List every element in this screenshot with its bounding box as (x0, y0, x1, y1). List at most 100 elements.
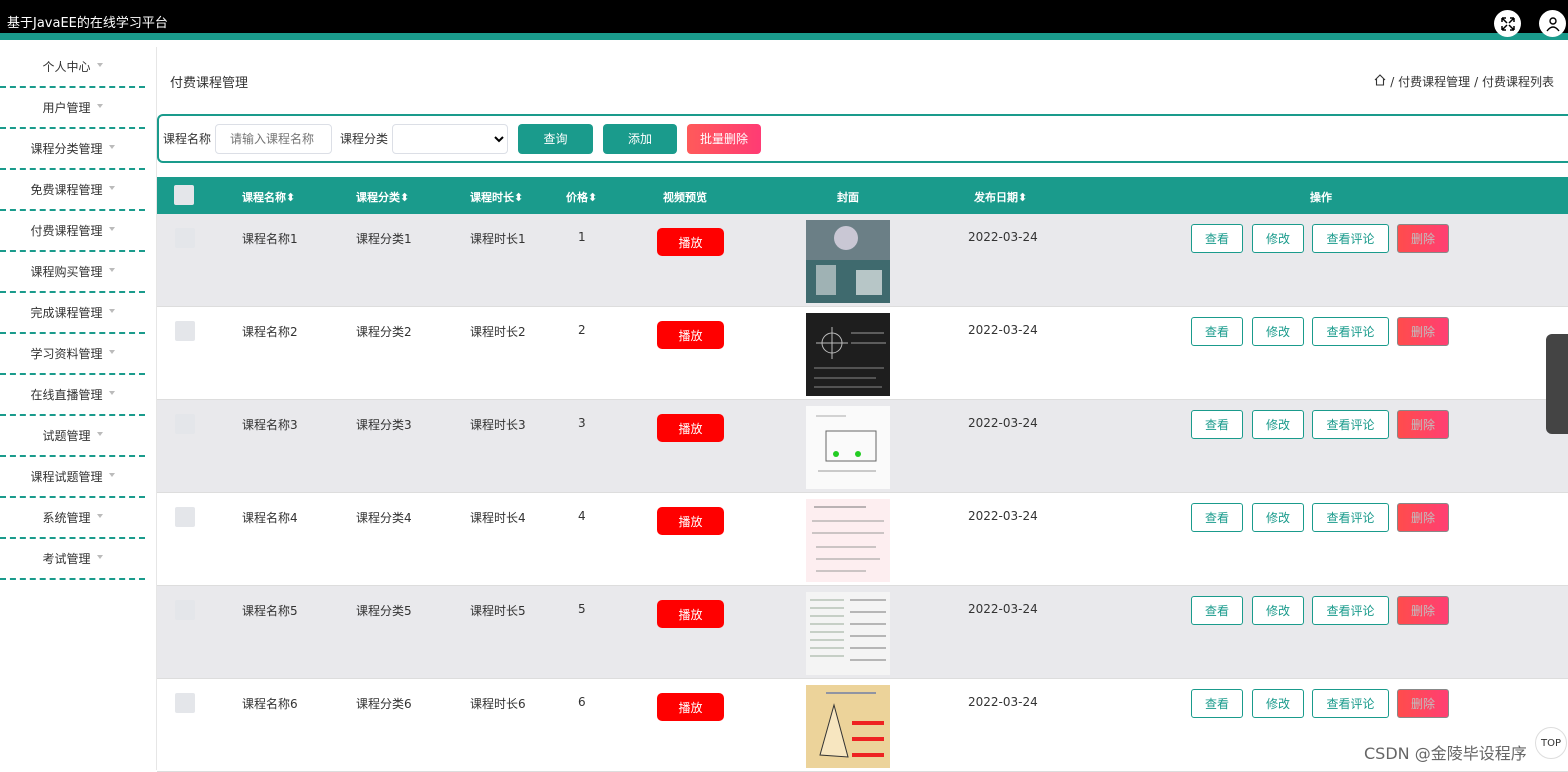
view-button[interactable]: 查看 (1191, 503, 1243, 532)
main-content: 付费课程管理 / 付费课程管理 / 付费课程列表 课程名称 课程分类 查询 添加… (157, 47, 1568, 772)
view-button[interactable]: 查看 (1191, 224, 1243, 253)
sidebar-item[interactable]: 学习资料管理 (0, 334, 145, 375)
cell-price: 5 (578, 602, 586, 616)
column-header-price[interactable]: 价格⬍ (566, 189, 597, 205)
view-button[interactable]: 查看 (1191, 317, 1243, 346)
row-checkbox[interactable] (175, 414, 195, 434)
cell-name: 课程名称4 (242, 511, 298, 525)
back-to-top-button[interactable]: TOP (1535, 727, 1567, 759)
play-button[interactable]: 播放 (657, 693, 724, 721)
play-button[interactable]: 播放 (657, 507, 724, 535)
sidebar-item[interactable]: 付费课程管理 (0, 211, 145, 252)
sidebar-item-label: 试题管理 (42, 429, 91, 443)
sidebar-item[interactable]: 完成课程管理 (0, 293, 145, 334)
edit-button[interactable]: 修改 (1252, 596, 1304, 625)
column-header-name[interactable]: 课程名称⬍ (242, 189, 295, 205)
breadcrumb-item-2: / 付费课程列表 (1474, 75, 1554, 89)
sidebar-item[interactable]: 免费课程管理 (0, 170, 145, 211)
table-row: 课程名称3 课程分类3 课程时长3 3 播放 2022-03-24 查看 修改 查看评论 删除 (157, 400, 1568, 493)
sidebar-item-label: 免费课程管理 (30, 183, 103, 197)
sidebar-item[interactable]: 在线直播管理 (0, 375, 145, 416)
sidebar-item[interactable]: 用户管理 (0, 88, 145, 129)
cell-category: 课程分类4 (356, 511, 412, 525)
sidebar-item[interactable]: 试题管理 (0, 416, 145, 457)
sidebar-item[interactable]: 课程分类管理 (0, 129, 145, 170)
edit-button[interactable]: 修改 (1252, 410, 1304, 439)
breadcrumb-item-1[interactable]: / 付费课程管理 (1390, 73, 1470, 90)
app-title: 基于JavaEE的在线学习平台 (7, 16, 168, 31)
row-checkbox[interactable] (175, 600, 195, 620)
column-header-cover: 封面 (837, 191, 859, 204)
edit-button[interactable]: 修改 (1252, 317, 1304, 346)
table-row: 课程名称4 课程分类4 课程时长4 4 播放 2022-03-24 查看 修改 查看评论 删除 (157, 493, 1568, 586)
column-header-duration[interactable]: 课程时长⬍ (470, 189, 523, 205)
edit-button[interactable]: 修改 (1252, 689, 1304, 718)
side-panel-handle[interactable] (1546, 334, 1568, 434)
cell-category: 课程分类1 (356, 232, 412, 246)
row-checkbox[interactable] (175, 507, 195, 527)
play-button[interactable]: 播放 (657, 600, 724, 628)
sidebar-item[interactable]: 课程试题管理 (0, 457, 145, 498)
play-button[interactable]: 播放 (657, 228, 724, 256)
cell-date: 2022-03-24 (968, 416, 1038, 430)
delete-button[interactable]: 删除 (1397, 596, 1449, 625)
course-category-select[interactable] (392, 123, 509, 154)
caret-down-icon (96, 513, 103, 518)
course-name-label: 课程名称 (163, 132, 212, 146)
home-icon[interactable] (1374, 74, 1386, 89)
play-button[interactable]: 播放 (657, 414, 724, 442)
view-comments-button[interactable]: 查看评论 (1312, 224, 1389, 253)
cover-image (806, 313, 890, 396)
user-icon[interactable] (1539, 10, 1566, 37)
cell-price: 4 (578, 509, 586, 523)
course-category-label: 课程分类 (340, 132, 389, 146)
select-all-checkbox[interactable] (174, 185, 194, 205)
cell-duration: 课程时长3 (470, 418, 526, 432)
column-header-category[interactable]: 课程分类⬍ (356, 189, 409, 205)
sidebar-item-label: 在线直播管理 (30, 388, 103, 402)
view-button[interactable]: 查看 (1191, 410, 1243, 439)
top-bar: 基于JavaEE的在线学习平台 (0, 0, 1568, 40)
cell-duration: 课程时长1 (470, 232, 526, 246)
batch-delete-button[interactable]: 批量删除 (687, 123, 762, 154)
view-comments-button[interactable]: 查看评论 (1312, 689, 1389, 718)
page-title: 付费课程管理 (170, 76, 249, 91)
view-button[interactable]: 查看 (1191, 689, 1243, 718)
course-name-input[interactable] (215, 123, 333, 154)
view-comments-button[interactable]: 查看评论 (1312, 596, 1389, 625)
view-comments-button[interactable]: 查看评论 (1312, 317, 1389, 346)
caret-down-icon (108, 472, 115, 477)
play-button[interactable]: 播放 (657, 321, 724, 349)
cell-date: 2022-03-24 (968, 602, 1038, 616)
edit-button[interactable]: 修改 (1252, 503, 1304, 532)
edit-button[interactable]: 修改 (1252, 224, 1304, 253)
add-button[interactable]: 添加 (603, 123, 678, 154)
view-button[interactable]: 查看 (1191, 596, 1243, 625)
sidebar-item-label: 课程购买管理 (30, 265, 103, 279)
delete-button[interactable]: 删除 (1397, 503, 1449, 532)
row-checkbox[interactable] (175, 321, 195, 341)
sidebar-item[interactable]: 课程购买管理 (0, 252, 145, 293)
watermark: CSDN @金陵毕设程序 (1364, 744, 1527, 763)
delete-button[interactable]: 删除 (1397, 317, 1449, 346)
row-checkbox[interactable] (175, 693, 195, 713)
column-header-video: 视频预览 (663, 191, 707, 204)
delete-button[interactable]: 删除 (1397, 224, 1449, 253)
sidebar-item-label: 学习资料管理 (30, 347, 103, 361)
sidebar-item[interactable]: 个人中心 (0, 47, 145, 88)
cell-date: 2022-03-24 (968, 509, 1038, 523)
sidebar-item[interactable]: 系统管理 (0, 498, 145, 539)
sidebar-item[interactable]: 考试管理 (0, 539, 145, 580)
view-comments-button[interactable]: 查看评论 (1312, 410, 1389, 439)
sidebar-item-label: 个人中心 (42, 60, 91, 74)
delete-button[interactable]: 删除 (1397, 689, 1449, 718)
cell-category: 课程分类6 (356, 697, 412, 711)
table-header: 课程名称⬍ 课程分类⬍ 课程时长⬍ 价格⬍ 视频预览 封面 发布日期⬍ 操作 (157, 177, 1568, 214)
row-checkbox[interactable] (175, 228, 195, 248)
column-header-date[interactable]: 发布日期⬍ (974, 189, 1027, 205)
delete-button[interactable]: 删除 (1397, 410, 1449, 439)
query-button[interactable]: 查询 (518, 123, 594, 154)
fullscreen-icon[interactable] (1494, 10, 1521, 37)
caret-down-icon (96, 554, 103, 559)
view-comments-button[interactable]: 查看评论 (1312, 503, 1389, 532)
